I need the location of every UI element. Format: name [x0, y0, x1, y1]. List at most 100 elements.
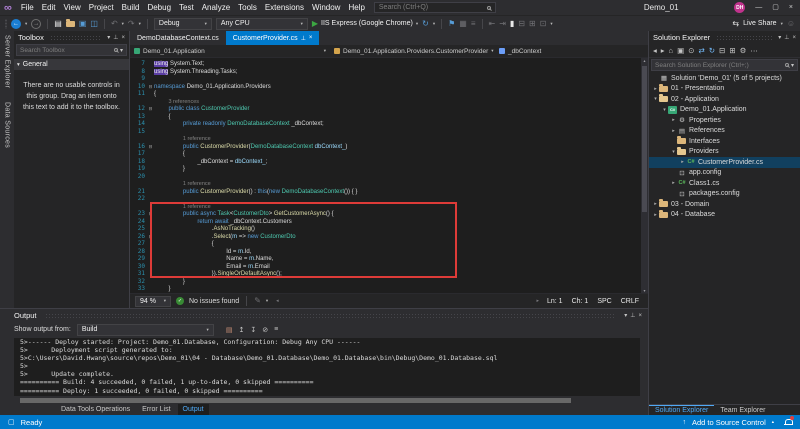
tree-item-03-domain[interactable]: ▸ 03 - Domain	[649, 199, 800, 210]
output-log[interactable]: 5>------ Deploy started: Project: Demo_0…	[14, 338, 640, 396]
collapse-all-icon[interactable]: ⊟	[719, 46, 725, 55]
close-icon[interactable]: ×	[792, 35, 796, 41]
chevron-right-icon[interactable]: ▸	[652, 201, 659, 207]
code-line[interactable]: 33 }	[130, 285, 648, 293]
breadcrumb-project[interactable]: Demo_01.Application ▾	[130, 45, 330, 57]
notifications-bell-icon[interactable]	[784, 416, 794, 426]
attach-to-process-icon[interactable]: ⚑	[448, 18, 455, 30]
toolbox-section-general[interactable]: ▾ General	[14, 59, 129, 70]
fold-marker-icon[interactable]: ⊟	[147, 105, 154, 113]
panel-drag-handle[interactable]	[716, 35, 773, 40]
code-line[interactable]: 29 Name = m.Name,	[130, 255, 648, 263]
code-line[interactable]: 15	[130, 128, 648, 136]
tree-item-references[interactable]: ▸ ▤ References	[649, 126, 800, 137]
open-file-icon[interactable]	[65, 18, 75, 27]
find-message-icon[interactable]: ▤	[226, 326, 233, 334]
tree-item-interfaces[interactable]: Interfaces	[649, 136, 800, 147]
refresh-icon[interactable]: ↻	[709, 46, 715, 55]
rail-tab-data-sources[interactable]: Data Sources	[4, 102, 11, 148]
code-line[interactable]: 8 using System.Threading.Tasks;	[130, 68, 648, 76]
menu-file[interactable]: File	[17, 3, 38, 12]
toolbar-drag-handle[interactable]	[5, 18, 7, 29]
output-horizontal-scrollbar[interactable]	[14, 397, 640, 404]
navigate-back-icon[interactable]: ←	[11, 18, 21, 29]
clear-all-icon[interactable]: ⊘	[262, 326, 268, 334]
code-line[interactable]: 31 }).SingleOrDefaultAsync();	[130, 270, 648, 278]
code-line[interactable]: 9	[130, 75, 648, 83]
menu-tools[interactable]: Tools	[234, 3, 261, 12]
next-message-icon[interactable]: ↧	[250, 326, 256, 334]
home-icon[interactable]: ⌂	[669, 46, 674, 55]
bottom-tab-error-list[interactable]: Error List	[137, 404, 175, 415]
navigate-forward-icon[interactable]: →	[31, 18, 42, 29]
properties-icon[interactable]: ⚙	[740, 46, 747, 55]
chevron-down-icon[interactable]: ▾	[107, 34, 110, 41]
code-line[interactable]: 22	[130, 195, 648, 203]
bottom-tab-output[interactable]: Output	[177, 404, 209, 415]
close-icon[interactable]: ×	[638, 313, 642, 319]
navigate-back-dropdown-icon[interactable]: ▾	[25, 21, 27, 27]
code-line[interactable]: 34}	[130, 293, 648, 294]
forward-icon[interactable]: ▸	[661, 46, 665, 55]
breadcrumb-type[interactable]: Demo_01.Application.Providers.CustomerPr…	[330, 45, 495, 57]
editor-tab-demodatabasecontext-cs[interactable]: DemoDatabaseContext.cs	[130, 31, 226, 45]
chevron-right-icon[interactable]: ▸	[652, 212, 659, 218]
panel-drag-handle[interactable]	[49, 35, 102, 40]
previous-message-icon[interactable]: ↥	[238, 326, 244, 334]
menu-project[interactable]: Project	[85, 3, 118, 12]
tree-item-04-database[interactable]: ▸ 04 - Database	[649, 209, 800, 221]
column-indicator[interactable]: Ch: 1	[572, 298, 589, 305]
tree-item-app-config[interactable]: ⊡ app.config	[649, 168, 800, 179]
line-ending-indicator[interactable]: CRLF	[621, 298, 639, 305]
tree-item-packages-config[interactable]: ⊡ packages.config	[649, 189, 800, 200]
code-line[interactable]: 28 Id = m.Id,	[130, 248, 648, 256]
code-line[interactable]: 23 ⊟ public async Task<CustomerDto> GetCu…	[130, 210, 648, 218]
scroll-down-icon[interactable]: ▾	[641, 288, 648, 293]
explorer-tab-solution-explorer[interactable]: Solution Explorer	[649, 404, 715, 415]
solution-search-input[interactable]: Search Solution Explorer (Ctrl+;) ▾	[651, 59, 798, 71]
pin-icon[interactable]: ⊥	[784, 34, 789, 41]
previous-document-icon[interactable]: ⇤	[489, 18, 496, 30]
toolbox-search-input[interactable]: Search Toolbox ▾	[16, 44, 127, 56]
explorer-tab-team-explorer[interactable]: Team Explorer	[714, 405, 771, 415]
menu-view[interactable]: View	[60, 3, 85, 12]
live-share-label[interactable]: Live Share	[743, 20, 776, 27]
word-wrap-icon[interactable]: ≡	[274, 326, 278, 334]
fold-marker-icon[interactable]: ⊟	[147, 143, 154, 151]
save-all-icon[interactable]: ◫	[90, 18, 98, 30]
tree-item-01-presentation[interactable]: ▸ 01 - Presentation	[649, 83, 800, 95]
avatar[interactable]: DH	[734, 2, 746, 13]
close-icon[interactable]: ×	[309, 35, 313, 41]
zoom-dropdown[interactable]: 94 % ▾	[135, 295, 171, 307]
add-to-source-control-button[interactable]: Add to Source Control	[692, 418, 766, 427]
code-line[interactable]: 7 using System.Text;	[130, 60, 648, 68]
scroll-left-icon[interactable]: ◂	[276, 298, 279, 304]
filter-icon[interactable]: ⊙	[688, 46, 694, 55]
comment-icon[interactable]: ⊡	[540, 18, 547, 30]
tree-item-customerprovider-cs[interactable]: ▸ C# CustomerProvider.cs	[649, 157, 800, 168]
breadcrumb-member[interactable]: _dbContext	[495, 45, 559, 57]
menu-debug[interactable]: Debug	[143, 3, 175, 12]
code-line[interactable]: 24 return await _dbContext.Customers	[130, 218, 648, 226]
chevron-down-icon[interactable]: ▾	[652, 96, 659, 102]
pin-icon[interactable]: ⊥	[630, 312, 635, 319]
chevron-up-icon[interactable]: ▴	[772, 419, 774, 425]
menu-test[interactable]: Test	[175, 3, 198, 12]
menu-window[interactable]: Window	[308, 3, 344, 12]
chevron-down-icon[interactable]: ▾	[266, 298, 268, 304]
code-line[interactable]: 27 {	[130, 240, 648, 248]
line-indicator[interactable]: Ln: 1	[547, 298, 563, 305]
close-icon[interactable]: ×	[121, 35, 125, 41]
bottom-tab-data-tools-operations[interactable]: Data Tools Operations	[56, 404, 135, 415]
close-button[interactable]: ×	[789, 1, 793, 15]
bookmark-icon[interactable]: ▮	[510, 18, 514, 30]
sync-with-active-document-icon[interactable]: ⇄	[698, 46, 704, 55]
undo-icon[interactable]: ↶	[111, 18, 118, 30]
scroll-right-icon[interactable]: ▸	[536, 298, 539, 304]
rail-tab-server-explorer[interactable]: Server Explorer	[4, 35, 11, 88]
minimize-button[interactable]: —	[755, 1, 762, 15]
code-line[interactable]: 11{	[130, 90, 648, 98]
live-share-dropdown-icon[interactable]: ▾	[781, 21, 783, 27]
indent-icon[interactable]: ⊟	[518, 18, 525, 30]
code-area[interactable]: 7 using System.Text; 8 using System.Threadi…	[130, 58, 648, 293]
